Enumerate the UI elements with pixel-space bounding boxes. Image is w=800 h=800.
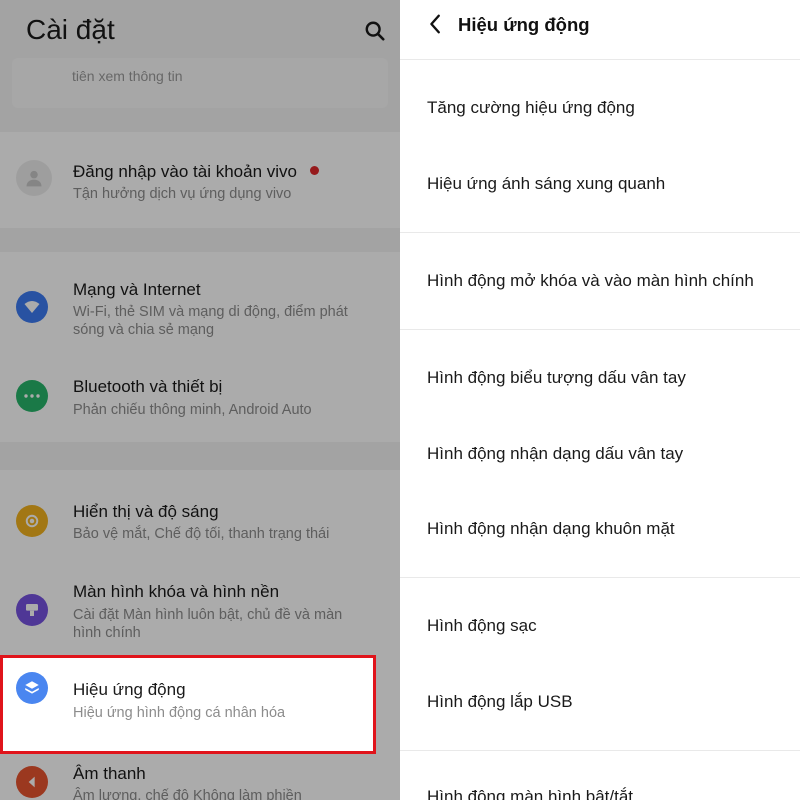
back-icon[interactable]: [425, 13, 447, 35]
settings-panel: Cài đặt tiên xem thông tin Đăng nhập vào…: [0, 0, 400, 800]
settings-item-sound-title[interactable]: Âm thanh: [73, 764, 146, 784]
settings-header: Cài đặt: [0, 0, 400, 62]
notification-dot: [310, 166, 319, 175]
animation-item-screen-onoff[interactable]: Hình động màn hình bật/tắt: [427, 787, 633, 800]
sound-icon: [16, 766, 48, 798]
divider: [400, 59, 800, 60]
settings-item-lockscreen-subtitle: Cài đặt Màn hình luôn bật, chủ đề và màn…: [73, 607, 343, 641]
settings-item-animation-title: Hiệu ứng động: [73, 680, 186, 699]
animation-item-face-recognition[interactable]: Hình động nhận dạng khuôn mặt: [427, 519, 675, 539]
animation-item-charging[interactable]: Hình động sạc: [427, 616, 537, 636]
divider: [400, 750, 800, 751]
settings-item-bluetooth-title[interactable]: Bluetooth và thiết bị: [73, 377, 222, 397]
account-title: Đăng nhập vào tài khoản vivo: [73, 162, 297, 181]
divider: [400, 577, 800, 578]
wifi-icon: [16, 291, 48, 323]
page-title: Cài đặt: [26, 14, 115, 45]
animation-item-enhance[interactable]: Tăng cường hiệu ứng động: [427, 98, 635, 118]
animation-item-ambient-light[interactable]: Hiệu ứng ánh sáng xung quanh: [427, 174, 665, 194]
divider: [400, 329, 800, 330]
bluetooth-devices-icon: [16, 380, 48, 412]
settings-item-bluetooth-subtitle: Phản chiếu thông minh, Android Auto: [73, 402, 312, 418]
user-icon: [26, 170, 42, 187]
search-card[interactable]: [12, 58, 388, 108]
settings-item-sound-subtitle: Âm lượng, chế độ Không làm phiền: [73, 788, 302, 800]
settings-item-display-subtitle: Bảo vệ mắt, Chế độ tối, thanh trạng thái: [73, 526, 330, 542]
wallpaper-icon: [16, 594, 48, 626]
animation-item-unlock[interactable]: Hình động mở khóa và vào màn hình chính: [427, 271, 754, 291]
brightness-icon: [16, 505, 48, 537]
settings-item-network-title[interactable]: Mạng và Internet: [73, 280, 201, 300]
settings-item-animation-subtitle: Hiệu ứng hình động cá nhân hóa: [73, 705, 286, 721]
avatar: [16, 160, 52, 196]
account-subtitle: Tận hưởng dịch vụ ứng dụng vivo: [73, 186, 292, 202]
search-icon[interactable]: [364, 20, 386, 42]
animation-item-usb[interactable]: Hình động lắp USB: [427, 692, 573, 712]
animation-panel: Hiệu ứng động Tăng cường hiệu ứng động H…: [400, 0, 800, 800]
animation-item-fingerprint-icon[interactable]: Hình động biểu tượng dấu vân tay: [427, 368, 686, 388]
animation-layers-icon: [16, 672, 48, 704]
settings-item-lockscreen-title[interactable]: Màn hình khóa và hình nền: [73, 582, 279, 602]
settings-item-display-title[interactable]: Hiển thị và độ sáng: [73, 502, 219, 522]
settings-item-animation[interactable]: Hiệu ứng động Hiệu ứng hình động cá nhân…: [0, 655, 376, 754]
animation-page-title: Hiệu ứng động: [458, 14, 590, 35]
animation-item-fingerprint-recognition[interactable]: Hình động nhận dạng dấu vân tay: [427, 444, 683, 464]
divider: [400, 232, 800, 233]
search-card-text: tiên xem thông tin: [72, 68, 183, 84]
settings-item-network-subtitle: Wi-Fi, thẻ SIM và mạng di động, điểm phá…: [73, 304, 348, 338]
